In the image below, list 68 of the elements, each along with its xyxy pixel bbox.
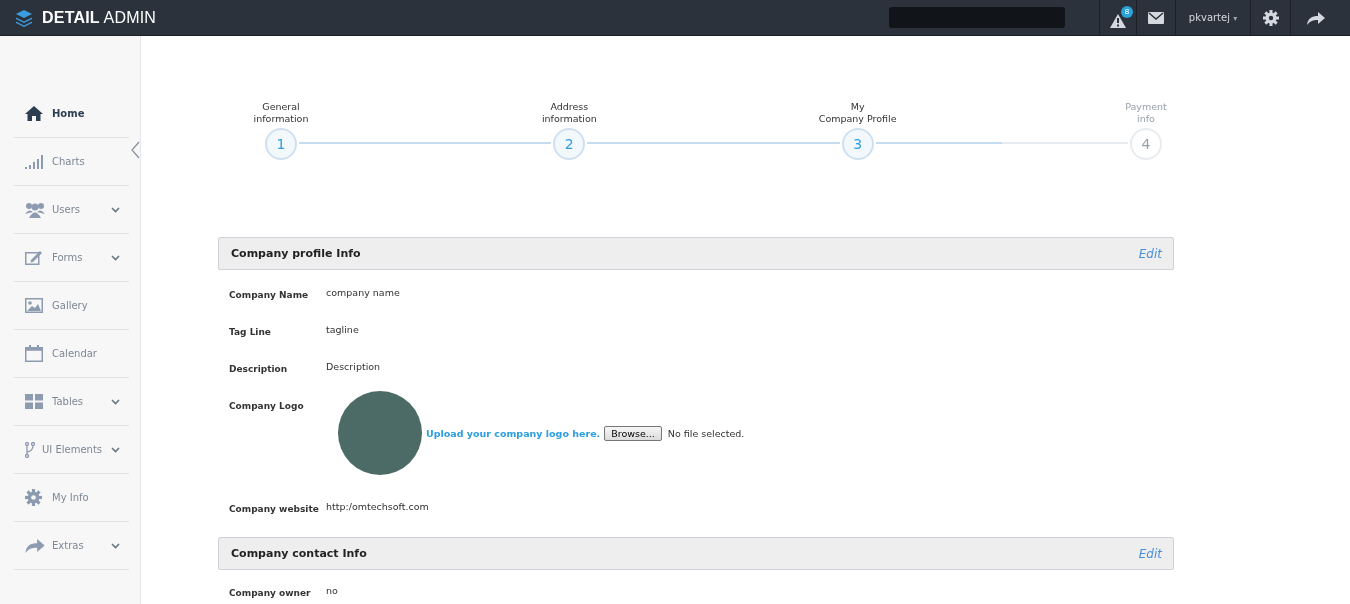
settings-button[interactable] xyxy=(1260,7,1281,28)
browse-button[interactable]: Browse... xyxy=(604,425,662,441)
notification-badge: 8 xyxy=(1121,5,1133,18)
field-label: Company Logo xyxy=(229,400,305,413)
edit-link[interactable]: Edit xyxy=(1138,246,1162,261)
edit-form-icon xyxy=(25,250,43,265)
section-title: Company contact Info xyxy=(231,547,367,560)
step-label: Address information xyxy=(541,101,597,125)
edit-link[interactable]: Edit xyxy=(1138,546,1162,561)
calendar-icon xyxy=(25,345,43,362)
field-label: Tag Line xyxy=(229,326,272,339)
image-icon xyxy=(25,298,43,313)
sidebar-item[interactable]: Users xyxy=(14,186,129,234)
field-value: company name xyxy=(326,286,400,300)
field-label: Company website xyxy=(229,503,320,516)
step-number[interactable]: 2 xyxy=(553,128,586,160)
user-menu[interactable]: pkvartej ▾ xyxy=(1186,10,1240,25)
step-number[interactable]: 3 xyxy=(841,128,874,160)
warning-icon xyxy=(1110,13,1126,28)
sidebar-item[interactable]: Home xyxy=(14,90,129,138)
sidebar-label: Home xyxy=(52,108,85,119)
sidebar-item[interactable]: Forms xyxy=(14,234,129,282)
sidebar-item[interactable]: Extras xyxy=(14,522,129,570)
share-arrow-icon xyxy=(25,538,45,553)
sidebar-label: Tables xyxy=(52,396,84,407)
field-value: http:/omtechsoft.com xyxy=(326,500,429,514)
upload-hint: Upload your company logo here. xyxy=(426,427,601,439)
sidebar-label: Forms xyxy=(52,252,83,263)
sidebar-item[interactable]: Tables xyxy=(14,378,129,426)
step-label: Payment info xyxy=(1125,101,1167,125)
section-title: Company profile Info xyxy=(231,247,361,260)
field-label: Description xyxy=(229,363,289,376)
step-label: General information xyxy=(253,101,309,125)
sidebar-label: Extras xyxy=(52,540,84,551)
field-label: Company owner xyxy=(229,587,312,600)
sidebar-item[interactable]: Calendar xyxy=(14,330,129,378)
field-value: no xyxy=(326,584,338,598)
step-label: My Company Profile xyxy=(818,101,897,125)
brand-name[interactable]: DETAIL ADMIN xyxy=(42,8,157,27)
sidebar-label: Charts xyxy=(52,156,85,167)
alert-button[interactable]: 8 xyxy=(1106,4,1136,31)
layers-icon xyxy=(15,8,33,27)
mail-button[interactable] xyxy=(1146,9,1166,26)
step-number[interactable]: 4 xyxy=(1130,128,1162,160)
sidebar-item[interactable]: Gallery xyxy=(14,282,129,330)
sidebar-item[interactable]: Charts xyxy=(14,138,129,186)
users-icon xyxy=(25,201,45,218)
field-value: Description xyxy=(326,360,381,374)
sidebar-label: Calendar xyxy=(52,348,97,359)
settings-icon xyxy=(1262,9,1279,26)
home-icon xyxy=(25,106,43,121)
branch-icon xyxy=(25,441,35,458)
sidebar-label: Gallery xyxy=(52,300,88,311)
sidebar-label: UI Elements xyxy=(42,444,103,455)
field-label: Company Name xyxy=(229,289,310,302)
sidebar-label: Users xyxy=(52,204,80,215)
sidebar-item[interactable]: My Info xyxy=(14,474,129,522)
envelope-icon xyxy=(1148,11,1164,24)
chevron-left-icon[interactable] xyxy=(131,141,140,159)
share-arrow-icon xyxy=(1307,10,1325,25)
signal-bars-icon xyxy=(25,154,43,169)
gear-icon xyxy=(25,489,42,506)
sidebar-item[interactable]: UI Elements xyxy=(14,426,129,474)
grid-icon xyxy=(25,394,43,409)
field-value: tagline xyxy=(326,323,359,337)
sidebar-label: My Info xyxy=(52,492,89,503)
file-status: No file selected. xyxy=(667,427,745,439)
step-number[interactable]: 1 xyxy=(265,128,297,160)
